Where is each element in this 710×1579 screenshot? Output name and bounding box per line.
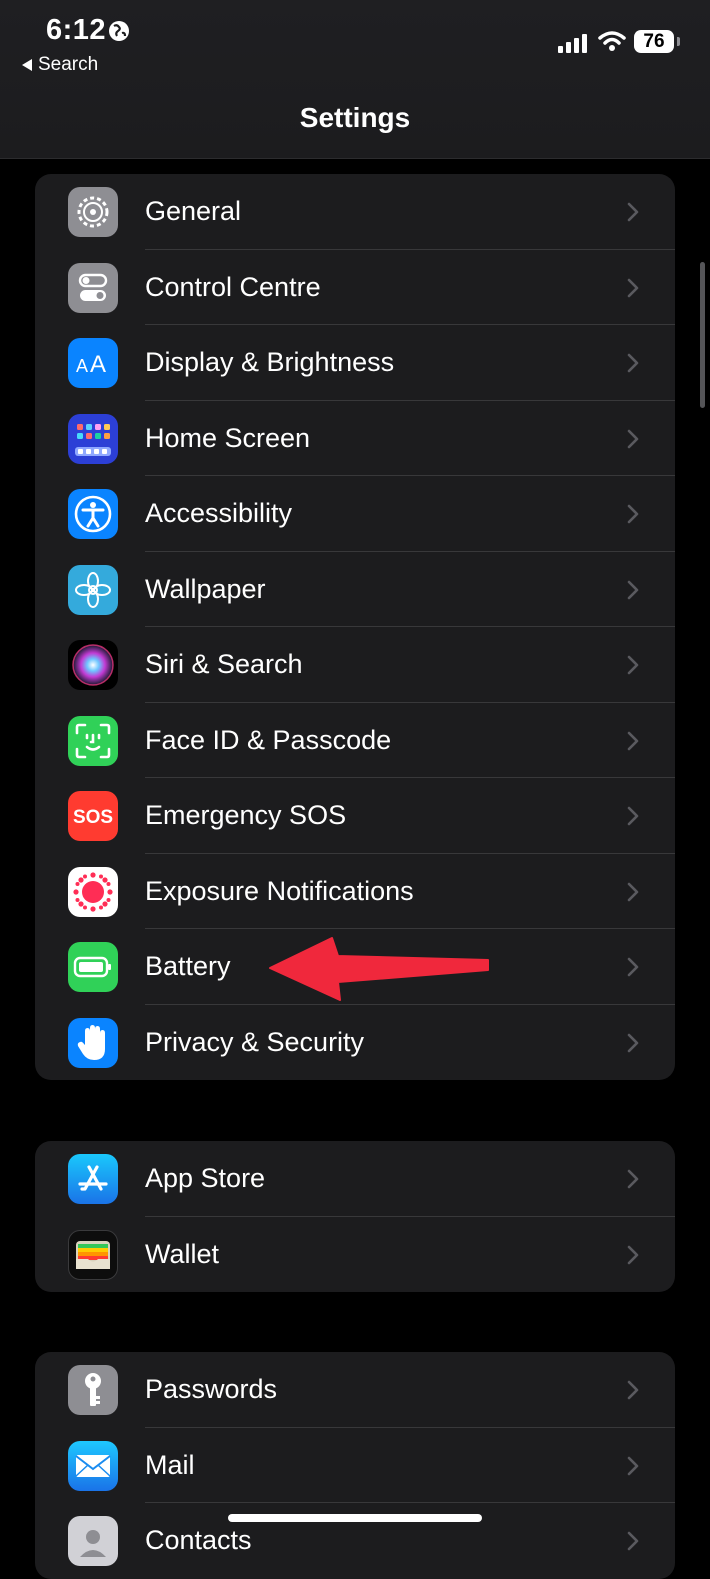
status-time: 6:12 <box>46 14 107 46</box>
text-size-icon: A A <box>68 338 118 388</box>
globe-icon <box>109 21 129 41</box>
chevron-right-icon <box>627 1531 639 1551</box>
settings-row-general[interactable]: General <box>35 174 675 250</box>
settings-row-siri-search[interactable]: Siri & Search <box>35 627 675 703</box>
svg-text:A: A <box>90 351 106 378</box>
battery-level: 76 <box>634 30 674 53</box>
key-icon <box>68 1365 118 1415</box>
chevron-right-icon <box>627 1380 639 1400</box>
settings-row-label: Control Centre <box>145 271 321 302</box>
accessibility-icon <box>68 489 118 539</box>
battery-icon <box>68 942 118 992</box>
chevron-right-icon <box>627 806 639 826</box>
chevron-right-icon <box>627 278 639 297</box>
battery-nub <box>677 37 680 46</box>
settings-row-label: Accessibility <box>145 498 293 528</box>
settings-row-home-screen[interactable]: Home Screen <box>35 401 675 476</box>
settings-row-label: App Store <box>145 1163 266 1193</box>
settings-row-label: Exposure Notifications <box>145 875 414 906</box>
settings-row-label: Home Screen <box>145 422 311 453</box>
siri-icon <box>68 640 118 690</box>
settings-row-label: Privacy & Security <box>145 1026 365 1057</box>
settings-row-wallet[interactable]: Wallet <box>35 1217 675 1293</box>
chevron-right-icon <box>627 882 639 901</box>
settings-group-store: App Store Wallet <box>35 1141 675 1292</box>
settings-row-exposure-notifications[interactable]: Exposure Notifications <box>35 854 675 929</box>
settings-row-label: General <box>145 196 242 226</box>
chevron-right-icon <box>627 504 639 524</box>
settings-group-apps: Passwords Mail Contacts <box>35 1352 675 1579</box>
svg-text:SOS: SOS <box>73 807 113 828</box>
settings-row-label: Passwords <box>145 1374 278 1404</box>
settings-row-label: Mail <box>145 1449 195 1480</box>
gear-icon <box>68 187 118 237</box>
chevron-right-icon <box>627 580 639 599</box>
app-store-icon <box>68 1154 118 1204</box>
settings-row-wallpaper[interactable]: Wallpaper <box>35 552 675 627</box>
settings-row-app-store[interactable]: App Store <box>35 1141 675 1217</box>
chevron-right-icon <box>627 202 639 222</box>
mail-icon <box>68 1440 118 1491</box>
chevron-right-icon <box>627 1245 639 1264</box>
settings-row-passwords[interactable]: Passwords <box>35 1352 675 1428</box>
flower-icon <box>68 564 118 615</box>
home-indicator[interactable] <box>228 1514 482 1522</box>
toggles-icon <box>68 262 118 313</box>
wallet-icon <box>68 1229 118 1280</box>
face-id-icon <box>68 715 118 766</box>
scrollbar[interactable] <box>700 262 705 408</box>
settings-row-emergency-sos[interactable]: SOS Emergency SOS <box>35 778 675 854</box>
settings-row-label: Emergency SOS <box>145 800 347 830</box>
settings-row-label: Wallpaper <box>145 573 266 604</box>
sos-icon: SOS <box>68 791 118 841</box>
settings-row-mail[interactable]: Mail <box>35 1428 675 1503</box>
settings-row-label: Wallet <box>145 1238 220 1269</box>
svg-text:A: A <box>76 356 88 376</box>
chevron-right-icon <box>627 731 639 750</box>
settings-row-display-brightness[interactable]: A A Display & Brightness <box>35 325 675 401</box>
chevron-right-icon <box>627 957 639 977</box>
chevron-right-icon <box>627 655 639 675</box>
settings-row-face-id[interactable]: Face ID & Passcode <box>35 703 675 778</box>
cellular-signal-icon <box>558 34 587 53</box>
app-grid-icon <box>68 413 118 464</box>
back-to-search-link[interactable]: Search <box>22 54 98 76</box>
settings-row-label: Display & Brightness <box>145 347 395 377</box>
chevron-right-icon <box>627 429 639 448</box>
navigation-header: 6:12 Search 76 Settings <box>0 0 710 159</box>
chevron-right-icon <box>627 1169 639 1189</box>
contacts-icon <box>68 1516 118 1566</box>
annotation-arrow-icon <box>269 937 489 1001</box>
settings-row-label: Face ID & Passcode <box>145 724 392 755</box>
battery-status-indicator: 76 <box>634 30 680 55</box>
chevron-right-icon <box>627 1456 639 1475</box>
exposure-icon <box>68 866 118 917</box>
settings-row-accessibility[interactable]: Accessibility <box>35 476 675 552</box>
settings-row-privacy-security[interactable]: Privacy & Security <box>35 1005 675 1081</box>
back-triangle-icon <box>22 59 32 71</box>
back-link-label: Search <box>38 54 99 75</box>
wifi-icon <box>598 31 626 51</box>
page-title: Settings <box>299 102 411 133</box>
hand-icon <box>68 1017 118 1068</box>
settings-row-label: Siri & Search <box>145 649 303 679</box>
settings-row-label: Battery <box>145 951 231 981</box>
settings-row-control-centre[interactable]: Control Centre <box>35 250 675 325</box>
chevron-right-icon <box>627 1033 639 1052</box>
chevron-right-icon <box>627 353 639 373</box>
